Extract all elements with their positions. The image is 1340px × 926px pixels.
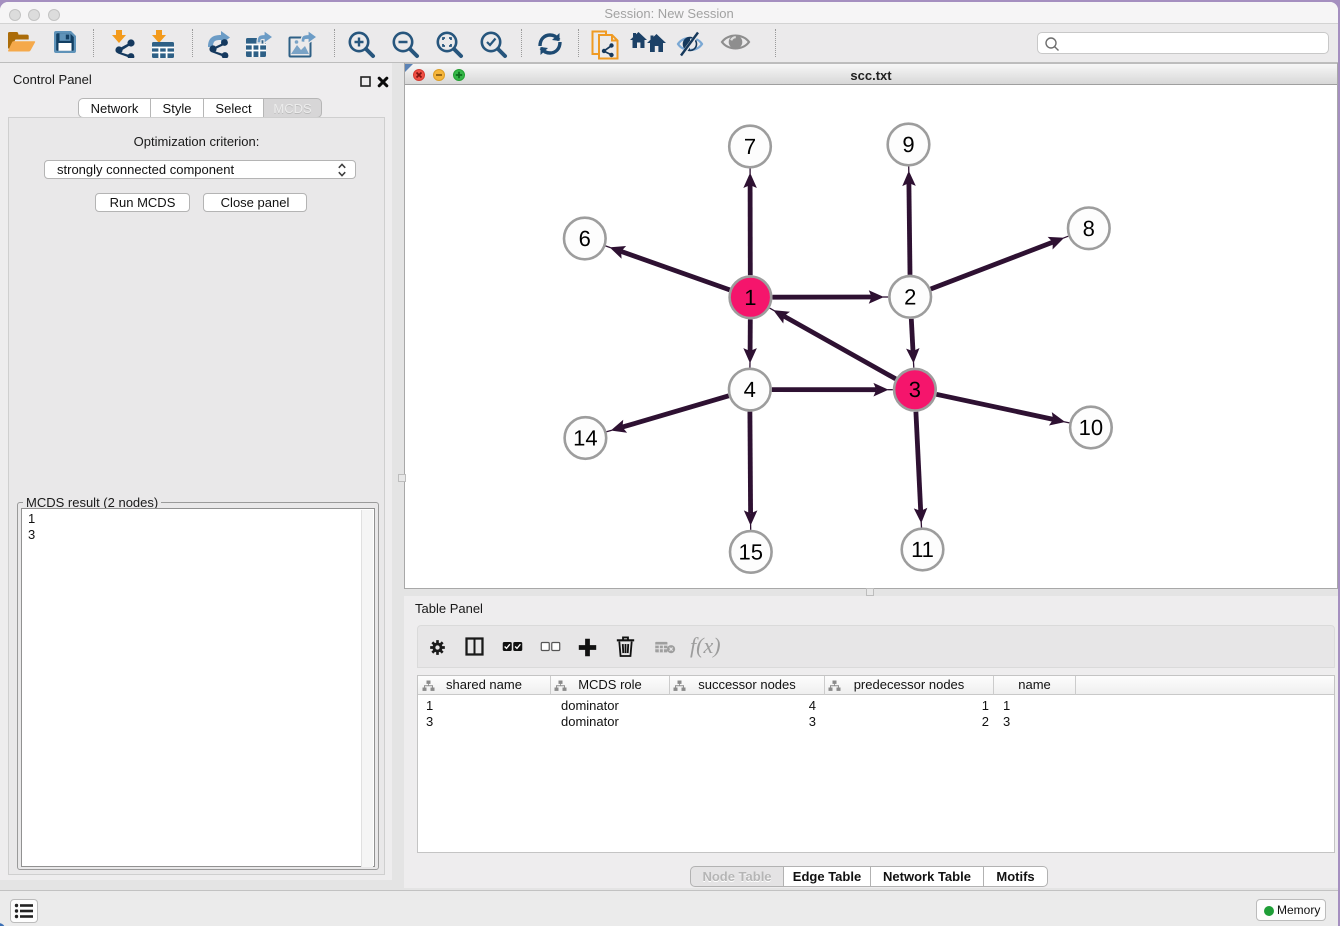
svg-text:2: 2 bbox=[904, 284, 916, 309]
svg-text:6: 6 bbox=[579, 226, 591, 251]
svg-text:11: 11 bbox=[911, 537, 934, 562]
svg-text:3: 3 bbox=[909, 377, 921, 402]
svg-text:1: 1 bbox=[744, 285, 756, 310]
svg-text:8: 8 bbox=[1083, 216, 1095, 241]
svg-text:7: 7 bbox=[744, 134, 756, 159]
svg-text:9: 9 bbox=[902, 132, 914, 157]
svg-text:4: 4 bbox=[744, 377, 756, 402]
svg-text:15: 15 bbox=[739, 539, 763, 564]
svg-text:10: 10 bbox=[1079, 415, 1103, 440]
svg-text:14: 14 bbox=[573, 426, 597, 451]
